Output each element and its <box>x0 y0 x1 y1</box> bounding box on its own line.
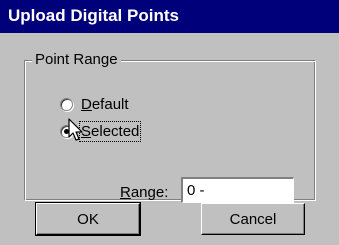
range-input[interactable]: 0 - <box>181 177 294 203</box>
mouse-pointer-icon <box>68 118 83 141</box>
dialog-titlebar[interactable]: Upload Digital Points <box>0 0 339 33</box>
ok-button[interactable]: OK <box>35 202 141 236</box>
point-range-group-label: Point Range <box>32 51 121 68</box>
ok-button-label: OK <box>77 210 99 228</box>
default-radio-label: Default <box>81 96 129 113</box>
default-radio-button[interactable] <box>60 98 73 111</box>
dialog-title: Upload Digital Points <box>8 6 179 25</box>
cancel-button[interactable]: Cancel <box>201 203 305 235</box>
range-field-label: Range: <box>120 184 169 201</box>
default-radio-option[interactable]: Default <box>60 96 129 113</box>
selected-radio-label: Selected <box>78 121 142 142</box>
cancel-button-label: Cancel <box>229 210 277 228</box>
